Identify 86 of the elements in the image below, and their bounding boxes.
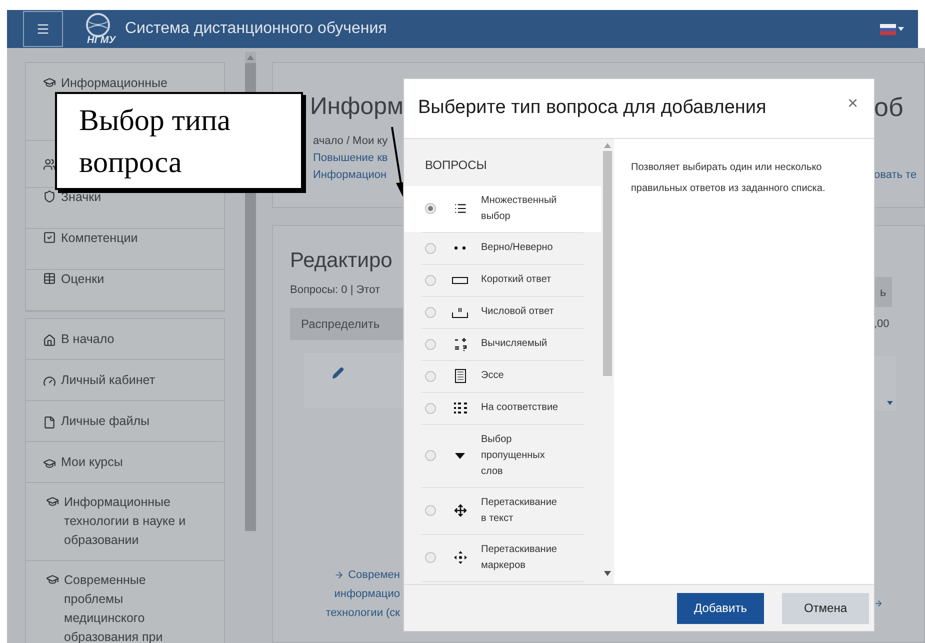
scrollbar-thumb[interactable]	[245, 191, 256, 531]
home-icon	[43, 334, 56, 346]
menu-button[interactable]	[23, 11, 63, 47]
rectangle-icon	[452, 276, 468, 284]
shield-icon	[43, 190, 56, 203]
users-icon	[43, 158, 56, 170]
question-type-label: Перетаскивание в текст	[481, 496, 558, 526]
section-heading: Редактиро	[290, 248, 394, 274]
sidebar-item[interactable]: Личный кабинет	[26, 360, 224, 401]
dots-icon	[454, 246, 466, 250]
list-header: ВОПРОСЫ	[424, 156, 488, 174]
radio-button[interactable]	[425, 552, 436, 564]
table-icon	[43, 272, 56, 285]
question-type-label: Короткий ответ	[481, 273, 552, 288]
radio-button[interactable]	[425, 505, 436, 516]
dialog-title: Выберите тип вопроса для добавления	[418, 96, 766, 120]
scroll-up-icon[interactable]	[604, 142, 611, 148]
radio-button[interactable]	[425, 450, 436, 462]
sidebar-item[interactable]: Мои курсы	[26, 442, 224, 483]
radio-button[interactable]	[425, 274, 436, 286]
sidebar-item[interactable]: Информационные	[26, 63, 224, 92]
graduation-cap-icon	[46, 495, 59, 508]
markers-icon	[454, 551, 466, 564]
question-type-label: Вычисляемый	[481, 337, 548, 352]
logo-icon	[85, 12, 111, 38]
radio-button[interactable]	[425, 338, 436, 350]
file-icon	[43, 416, 56, 428]
sidebar-item[interactable]: Информационные технологии в науке и образовании	[26, 483, 224, 561]
scroll-down-icon[interactable]	[604, 571, 611, 576]
list-icon	[454, 202, 466, 216]
graduation-cap-icon	[43, 456, 56, 470]
page-title: об	[874, 91, 904, 124]
grade-value: ,00	[874, 317, 890, 332]
graduation-cap-icon	[46, 573, 59, 586]
sidebar-item[interactable]: Личные файлы	[26, 401, 224, 442]
pencil-icon[interactable]	[332, 366, 344, 378]
breadcrumb-link[interactable]: ачало / Мои ку	[313, 133, 404, 150]
dropdown-triangle-icon	[455, 452, 465, 459]
arrow-icon	[874, 598, 883, 608]
language-flag-icon[interactable]	[880, 24, 904, 34]
add-button[interactable]: Добавить	[677, 592, 764, 624]
previous-link[interactable]: Современ	[348, 566, 400, 584]
page-title: Информ	[310, 92, 404, 122]
cancel-button[interactable]: Отмена	[782, 592, 869, 624]
questions-summary: Вопросы: 0 | Этот	[290, 283, 381, 298]
callout-box: Выбор типа вопроса	[55, 92, 303, 190]
logo-text: НГМУ	[87, 35, 116, 46]
action-link[interactable]: овать те	[874, 167, 924, 184]
matching-icon	[454, 402, 466, 414]
move-icon	[454, 504, 466, 518]
radio-button[interactable]	[425, 242, 436, 254]
sidebar-item[interactable]: В начало	[26, 319, 224, 360]
sidebar-scrollbar[interactable]	[245, 52, 256, 92]
graduation-cap-icon	[43, 76, 56, 89]
radio-button[interactable]	[425, 402, 436, 414]
question-type-label: Перетаскивание маркеров	[481, 542, 558, 573]
previous-link[interactable]: информацио	[334, 584, 400, 604]
caret-icon	[887, 400, 893, 404]
radio-button[interactable]	[425, 203, 436, 214]
question-type-label: Эссе	[481, 369, 505, 384]
radio-button[interactable]	[425, 306, 436, 318]
gauge-icon	[43, 374, 56, 388]
question-type-label: Множественный выбор	[481, 194, 558, 224]
question-type-label: Числовой ответ	[481, 305, 555, 320]
menu-icon	[36, 22, 50, 36]
previous-link[interactable]: технологии (ск	[326, 604, 400, 622]
close-button[interactable]: ×	[847, 90, 858, 117]
numeric-field-icon	[452, 306, 468, 318]
action-button[interactable]: ь	[874, 277, 892, 307]
sidebar-item[interactable]: Компетенции	[26, 229, 224, 270]
document-icon	[454, 369, 466, 384]
question-type-label: На соответствие	[481, 401, 560, 416]
checkbox-icon	[43, 231, 56, 244]
breadcrumb-link[interactable]: Повышение кв	[313, 150, 404, 167]
calculation-icon	[454, 338, 466, 351]
type-description: Позволяет выбирать один или несколько правильных ответов из заданного списка.	[631, 160, 826, 196]
scroll-up-icon[interactable]	[247, 55, 254, 60]
pointer-arrow	[390, 126, 406, 198]
site-title: Система дистанционного обучения	[125, 19, 387, 39]
arrow-icon	[334, 570, 344, 580]
question-type-option[interactable]: Множественный выбор	[404, 186, 601, 232]
sidebar-item[interactable]: Оценки	[26, 270, 224, 311]
question-type-label: Выбор пропущенных слов	[481, 432, 546, 479]
radio-button[interactable]	[425, 370, 436, 382]
question-type-label: Верно/Неверно	[481, 241, 554, 256]
distribute-button[interactable]: Распределить	[290, 308, 404, 340]
